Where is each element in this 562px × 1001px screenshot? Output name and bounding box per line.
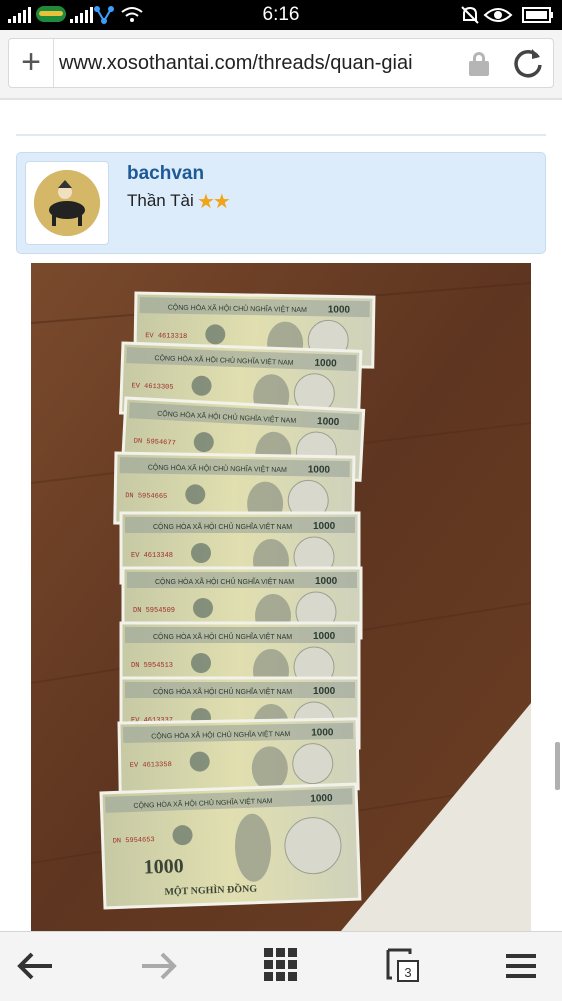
banknote-header: CỘNG HÒA XÃ HỘI CHỦ NGHĨA VIỆT NAM <box>155 577 294 586</box>
banknote-denomination: 1000 <box>313 631 336 642</box>
banknote-denomination: 1000 <box>328 304 351 315</box>
browser-toolbar: + www.xosothantai.com/threads/quan-giai <box>0 30 562 100</box>
banknote-big-denomination: 1000 <box>143 855 184 878</box>
lock-icon <box>469 52 489 76</box>
emblem-icon <box>193 598 213 618</box>
banknote-serial: DN 5954509 <box>133 607 175 615</box>
url-text[interactable]: www.xosothantai.com/threads/quan-giai <box>59 52 463 75</box>
banknote-serial: EV 4613348 <box>131 552 173 560</box>
emblem-icon <box>191 543 211 563</box>
banknote-denomination: 1000 <box>308 464 331 475</box>
avatar-image-icon <box>34 170 100 236</box>
banknote-header: CỘNG HÒA XÃ HỘI CHỦ NGHĨA VIỆT NAM <box>153 687 292 696</box>
back-arrow-icon[interactable] <box>8 940 64 992</box>
banknote-serial: DN 5954665 <box>125 492 167 501</box>
battery-icon <box>522 7 553 23</box>
avatar[interactable] <box>25 161 109 245</box>
banknotes-photo[interactable]: CỘNG HÒA XÃ HỘI CHỦ NGHĨA VIỆT NAM 1000 EV… <box>31 263 531 931</box>
watermark-icon <box>292 743 334 785</box>
banknote: CỘNG HÒA XÃ HỘI CHỦ NGHĨA VIỆT NAM1000EV… <box>117 717 360 795</box>
banknote-denomination: 1000 <box>313 521 336 532</box>
scrollbar[interactable] <box>555 742 560 790</box>
grid-icon[interactable] <box>253 940 309 992</box>
rank-stars: ★★ <box>197 191 231 213</box>
banknote-denomination: 1000 <box>313 686 336 697</box>
banknote-denomination: 1000 <box>317 416 340 428</box>
username-link[interactable]: bachvan <box>127 163 204 185</box>
eye-icon <box>483 8 513 22</box>
menu-icon[interactable] <box>496 940 552 992</box>
banknote-denomination: 1000 <box>311 727 334 738</box>
banknote-serial: EV 4613305 <box>131 382 173 391</box>
divider <box>16 134 546 136</box>
status-bar: 6:16 <box>0 0 562 30</box>
banknote-denomination: 1000 <box>314 358 337 370</box>
banknote: CỘNG HÒA XÃ HỘI CHỦ NGHĨA VIỆT NAM 1000DN… <box>99 782 362 910</box>
bottom-navigation <box>0 931 562 1001</box>
banknote-serial: EV 4613358 <box>130 761 172 770</box>
reload-icon[interactable] <box>509 45 547 83</box>
banknote-serial: DN 5954653 <box>113 836 155 845</box>
banknote-serial: DN 5954513 <box>131 662 173 670</box>
user-title: Thần Tài <box>127 191 194 210</box>
forward-arrow-icon[interactable] <box>130 940 186 992</box>
post-author-card: bachvan Thần Tài ★★ <box>16 152 546 254</box>
banknote-denomination: 1000 <box>315 576 338 587</box>
plus-icon[interactable]: + <box>9 39 54 87</box>
emblem-icon <box>191 653 211 673</box>
photo-canvas: CỘNG HÒA XÃ HỘI CHỦ NGHĨA VIỆT NAM 1000 EV… <box>31 263 531 931</box>
banknote-header: CỘNG HÒA XÃ HỘI CHỦ NGHĨA VIỆT NAM <box>153 632 292 641</box>
tab-count[interactable]: 3 <box>397 960 419 982</box>
banknote-denomination: 1000 <box>310 793 333 805</box>
mute-icon <box>461 6 479 24</box>
banknote-serial: EV 4613318 <box>145 332 187 341</box>
banknote-header: CỘNG HÒA XÃ HỘI CHỦ NGHĨA VIỆT NAM <box>153 522 292 531</box>
address-bar[interactable]: + www.xosothantai.com/threads/quan-giai <box>8 38 554 88</box>
